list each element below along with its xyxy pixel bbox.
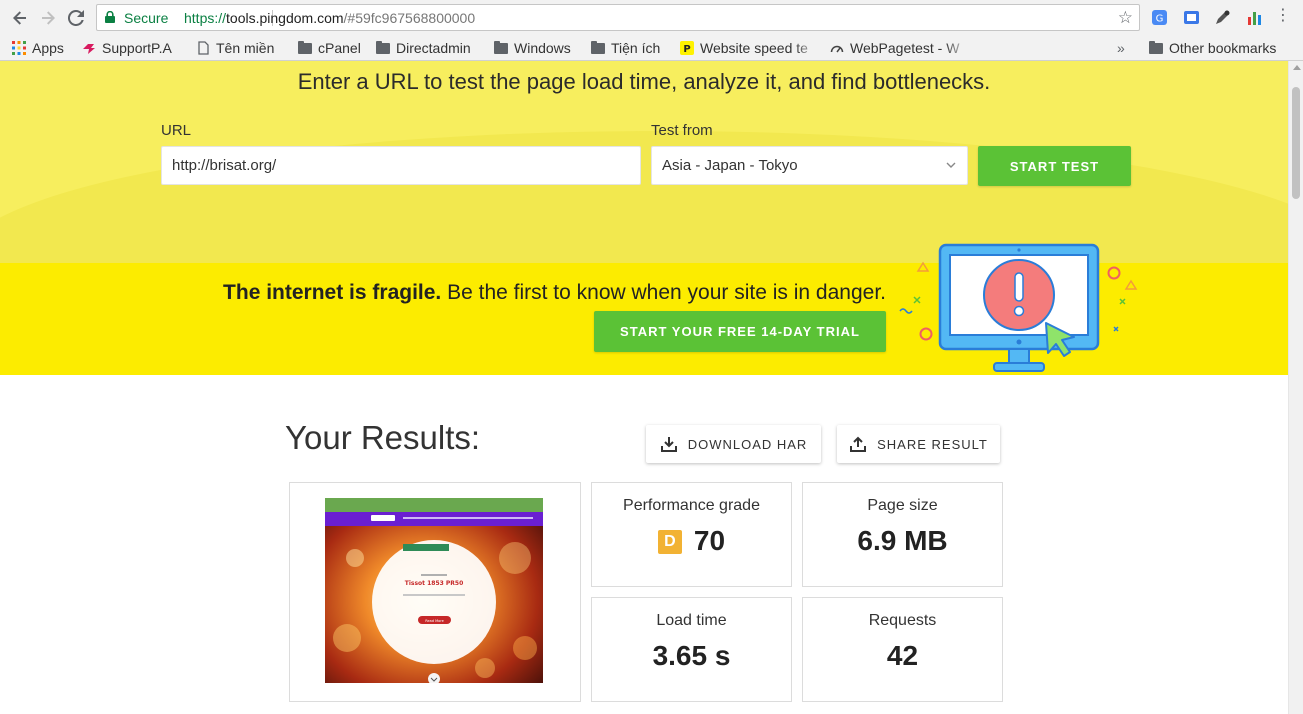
bookmark-directadmin[interactable]: Directadmin [376, 38, 471, 58]
reload-icon[interactable] [65, 7, 87, 29]
url-label: URL [161, 122, 192, 139]
color-picker-icon[interactable] [1214, 9, 1231, 26]
share-result-button[interactable]: SHARE RESULT [837, 425, 1000, 463]
download-har-button[interactable]: DOWNLOAD HAR [646, 425, 821, 463]
page-scrollbar[interactable] [1288, 61, 1303, 714]
svg-text:G: G [1156, 14, 1164, 25]
bookmark-windows[interactable]: Windows [494, 38, 571, 58]
lock-icon [105, 11, 115, 23]
folder-icon [298, 40, 312, 54]
folder-icon [1149, 40, 1163, 54]
test-from-select[interactable]: Asia - Japan - Tokyo [651, 146, 968, 185]
performance-grade-value-row: D 70 [592, 525, 791, 557]
page-size-value: 6.9 MB [857, 525, 948, 556]
back-arrow-icon[interactable] [9, 7, 31, 29]
thumbnail-button: Read More [425, 619, 444, 623]
extension-cast-icon[interactable] [1183, 9, 1200, 26]
browser-toolbar: Secure https://tools.pingdom.com/#59fc96… [0, 0, 1303, 35]
scrollbar-thumb[interactable] [1292, 87, 1300, 199]
start-test-button[interactable]: START TEST [978, 146, 1131, 186]
bookmarks-overflow-chevron-icon[interactable]: » [1117, 38, 1125, 58]
performance-grade-label: Performance grade [623, 497, 760, 514]
load-time-label: Load time [656, 612, 727, 629]
site-screenshot-card: Tissot 1853 PR50 Read More [289, 482, 581, 702]
url-input[interactable] [161, 146, 641, 185]
page-content: Enter a URL to test the page load time, … [0, 61, 1288, 714]
bookmark-tien-ich[interactable]: Tiện ích [591, 38, 660, 58]
monitor-alert-illustration [899, 243, 1138, 372]
page-size-card: Page size 6.9 MB [802, 482, 1003, 587]
bookmark-star-icon[interactable]: ☆ [1118, 8, 1133, 28]
apps-grid-icon [12, 41, 26, 55]
translate-extension-icon[interactable]: G [1151, 9, 1168, 26]
banner-text: The internet is fragile. Be the first to… [223, 281, 886, 304]
speedometer-icon [830, 45, 844, 53]
bookmarks-bar: Apps SupportP.A Tên miền cPanel Directad… [0, 35, 1303, 61]
monitoring-banner: The internet is fragile. Be the first to… [0, 243, 1288, 375]
load-time-value: 3.65 s [652, 640, 731, 671]
load-time-card: Load time 3.65 s [591, 597, 792, 702]
hero-section: Enter a URL to test the page load time, … [0, 61, 1288, 263]
folder-icon [591, 40, 605, 54]
bookmark-other[interactable]: Other bookmarks [1149, 38, 1276, 58]
test-from-selected: Asia - Japan - Tokyo [662, 157, 798, 174]
bookmark-website-speed[interactable]: P Website speed te [680, 38, 820, 58]
performance-grade-card: Performance grade D 70 [591, 482, 792, 587]
grade-badge: D [657, 530, 682, 554]
address-bar[interactable]: Secure https://tools.pingdom.com/#59fc96… [96, 4, 1140, 31]
requests-card: Requests 42 [802, 597, 1003, 702]
folder-icon [376, 40, 390, 54]
forward-arrow-icon[interactable] [37, 7, 59, 29]
page-size-label: Page size [867, 497, 938, 514]
address-url[interactable]: https://tools.pingdom.com/#59fc967568800… [184, 10, 475, 26]
secure-label: Secure [124, 10, 169, 26]
bookmark-ten-mien[interactable]: Tên miền [196, 38, 274, 58]
bookmark-webpagetest[interactable]: WebPagetest - W [830, 38, 970, 58]
folder-icon [494, 40, 508, 54]
requests-value: 42 [886, 640, 919, 671]
menu-dots-icon[interactable]: ⋮ [1275, 8, 1291, 24]
requests-label: Requests [868, 612, 937, 629]
page-icon [198, 41, 209, 55]
bookmark-supportpa[interactable]: SupportP.A [82, 38, 172, 58]
bookmark-cpanel[interactable]: cPanel [298, 38, 361, 58]
test-from-label: Test from [651, 122, 713, 139]
analytics-chart-icon[interactable] [1246, 9, 1263, 26]
chevron-down-icon [946, 162, 956, 168]
svg-text:P: P [683, 44, 690, 55]
scroll-up-arrow-icon[interactable] [1293, 65, 1301, 70]
performance-grade-value: 70 [693, 525, 726, 556]
free-trial-button[interactable]: START YOUR FREE 14-DAY TRIAL [594, 311, 886, 352]
site-screenshot-thumbnail[interactable]: Tissot 1853 PR50 Read More [325, 498, 543, 683]
supportpa-favicon-icon [83, 44, 95, 54]
bookmark-apps[interactable]: Apps [12, 38, 64, 58]
hero-title: Enter a URL to test the page load time, … [297, 69, 991, 94]
share-upload-icon [850, 436, 867, 452]
thumbnail-title: Tissot 1853 PR50 [405, 580, 464, 587]
results-title: Your Results: [285, 419, 481, 456]
pingdom-favicon-icon: P [680, 41, 694, 55]
download-icon [660, 437, 677, 452]
